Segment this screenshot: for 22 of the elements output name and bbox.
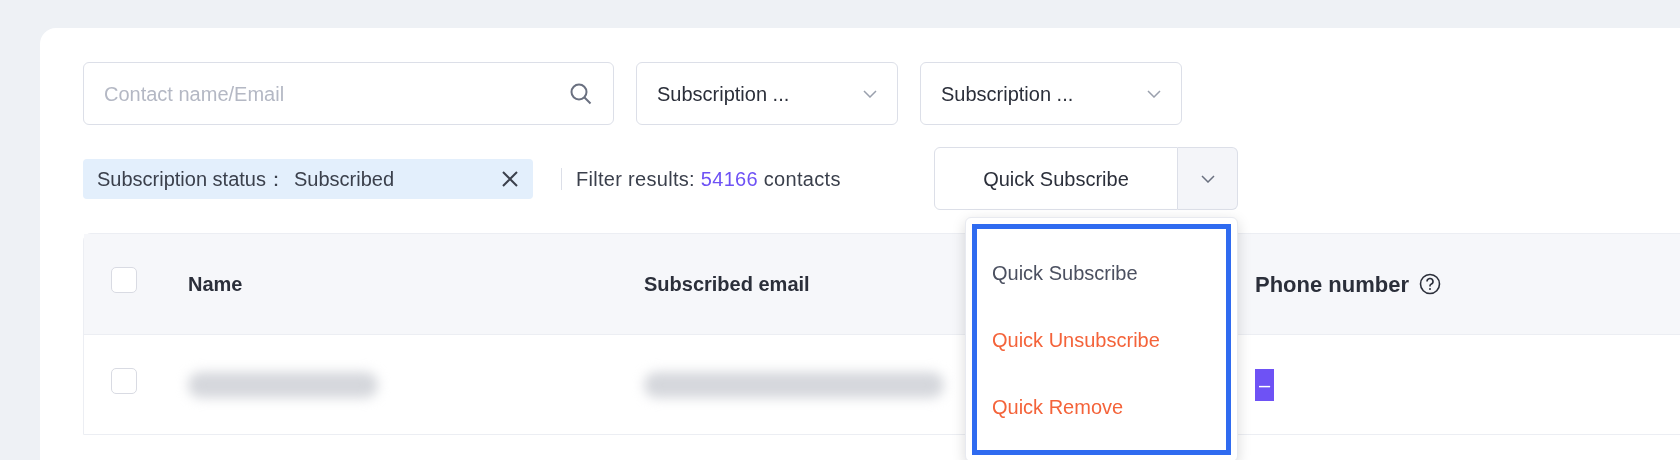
column-header: Subscribed email [644,273,810,295]
filter-dropdown[interactable]: Subscription ... [920,62,1182,125]
chevron-down-icon [1147,89,1161,98]
dropdown-toggle-button[interactable] [1178,147,1238,210]
chevron-icon [1200,174,1215,183]
filter-tag-label: Subscription status： [97,166,286,192]
filter-results-text: Filter results: 54166 contacts [576,166,842,192]
menu-item[interactable]: Quick Subscribe [977,239,1226,306]
search-input[interactable]: Contact name/Email [104,78,569,109]
help-icon [1419,273,1441,295]
column-header: Phone number [1255,270,1409,299]
search-icon [569,81,593,106]
filter-dropdown[interactable]: Subscription ... [636,62,898,125]
column-header: Name [188,273,243,295]
checkbox[interactable] [111,368,137,394]
search-field[interactable]: Contact name/Email [83,62,614,125]
checkbox[interactable] [111,267,137,293]
close-icon[interactable] [501,169,519,188]
phone-value: – [1255,368,1275,401]
filter-tag-value: Subscribed [294,166,395,192]
chevron-down-icon [863,89,877,98]
quick-subscribe-button[interactable]: Quick Subscribe [934,147,1178,210]
